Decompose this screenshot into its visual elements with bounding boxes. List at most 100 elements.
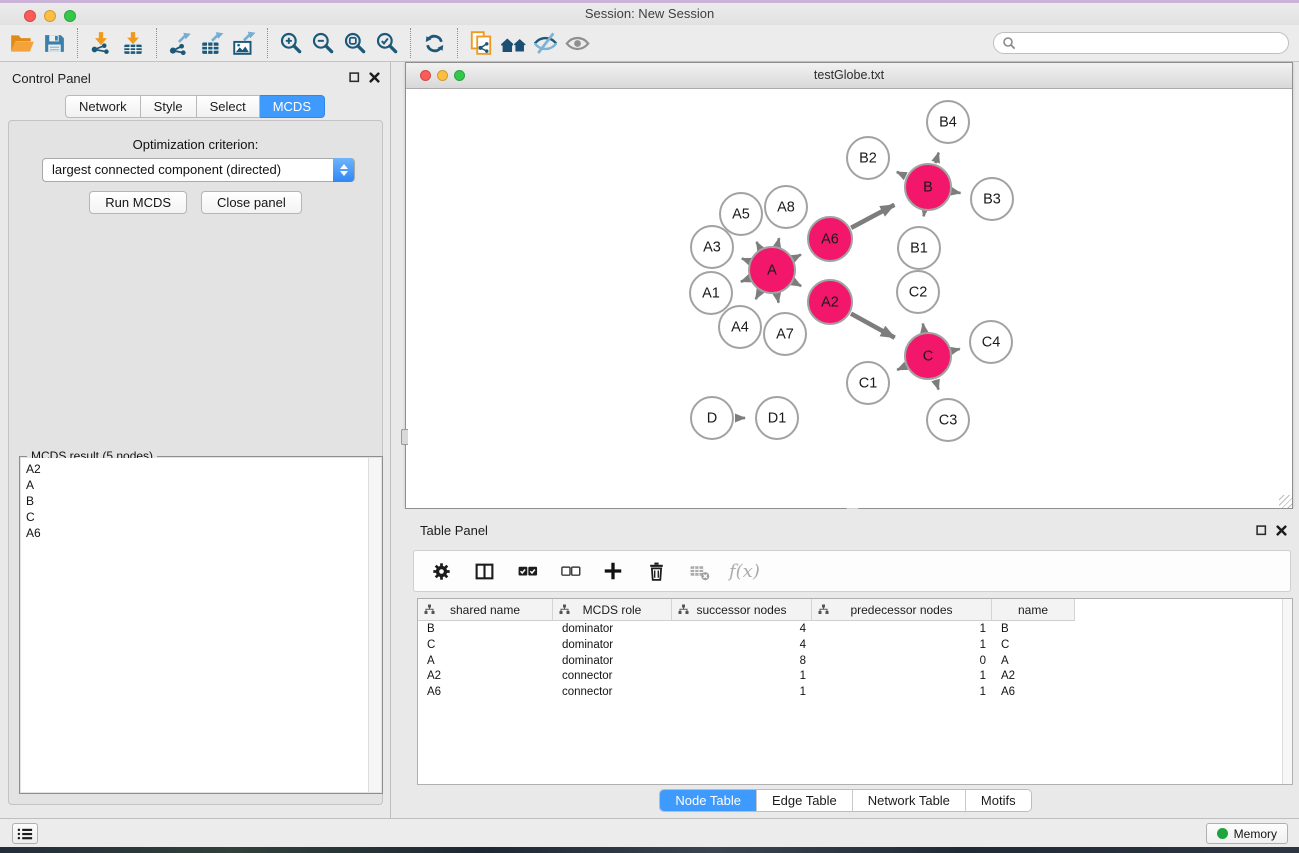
column-header-shared-name[interactable]: shared name (418, 599, 553, 621)
graph-node-A1[interactable]: A1 (690, 272, 732, 314)
tab-select[interactable]: Select (197, 95, 260, 118)
graph-edge-A6-B[interactable] (851, 205, 894, 228)
criterion-select[interactable]: largest connected component (directed) (42, 158, 355, 182)
search-input[interactable] (1021, 35, 1280, 51)
mcds-result-item[interactable]: A2 (21, 458, 381, 477)
column-header-name[interactable]: name (992, 599, 1075, 621)
tab-network-table[interactable]: Network Table (852, 790, 965, 811)
graph-node-A3[interactable]: A3 (691, 226, 733, 268)
task-history-button[interactable] (12, 823, 38, 844)
graph-node-B[interactable]: B (905, 164, 951, 210)
first-neighbors-button[interactable] (497, 27, 529, 59)
float-panel-icon[interactable] (1256, 525, 1267, 536)
network-window-titlebar[interactable]: testGlobe.txt (406, 63, 1292, 89)
add-column-button[interactable] (600, 558, 626, 584)
tab-node-table[interactable]: Node Table (660, 790, 756, 811)
graph-node-D1[interactable]: D1 (756, 397, 798, 439)
import-network-button[interactable] (85, 27, 117, 59)
hide-graphics-details-button[interactable] (529, 27, 561, 59)
graph-edge-B-B1[interactable] (924, 212, 925, 217)
zoom-selected-button[interactable] (371, 27, 403, 59)
graph-node-A8[interactable]: A8 (765, 186, 807, 228)
tab-mcds[interactable]: MCDS (260, 95, 325, 118)
tab-edge-table[interactable]: Edge Table (756, 790, 852, 811)
delete-table-button[interactable] (686, 558, 712, 584)
graph-node-C4[interactable]: C4 (970, 321, 1012, 363)
graph-node-B2[interactable]: B2 (847, 137, 889, 179)
graph-node-B1[interactable]: B1 (898, 227, 940, 269)
graph-node-A5[interactable]: A5 (720, 193, 762, 235)
refresh-view-button[interactable] (418, 27, 450, 59)
graph-edge-A-A4[interactable] (756, 292, 760, 299)
close-panel-icon[interactable] (369, 72, 380, 83)
column-header-predecessor-nodes[interactable]: predecessor nodes (812, 599, 992, 621)
memory-button[interactable]: Memory (1206, 823, 1288, 844)
column-header-successor-nodes[interactable]: successor nodes (672, 599, 812, 621)
graph-node-B4[interactable]: B4 (927, 101, 969, 143)
import-table-button[interactable] (117, 27, 149, 59)
table-row[interactable]: A6connector11A6 (418, 685, 1282, 701)
graph-node-C[interactable]: C (905, 333, 951, 379)
open-session-button[interactable] (6, 27, 38, 59)
table-settings-button[interactable] (428, 558, 454, 584)
graph-edge-A-A6[interactable] (794, 255, 801, 259)
scrollbar-track[interactable] (368, 458, 381, 792)
graph-node-C2[interactable]: C2 (897, 271, 939, 313)
run-mcds-button[interactable]: Run MCDS (89, 191, 187, 214)
graph-edge-A-A7[interactable] (777, 295, 779, 303)
table-row[interactable]: Adominator80A (418, 654, 1282, 670)
zoom-out-button[interactable] (307, 27, 339, 59)
graph-edge-B-B2[interactable] (897, 172, 906, 176)
show-graphics-details-button[interactable] (561, 27, 593, 59)
graph-edge-A-A8[interactable] (777, 238, 779, 245)
graph-edge-A-A3[interactable] (742, 259, 749, 262)
zoom-fit-button[interactable] (339, 27, 371, 59)
graph-edge-B-B4[interactable] (935, 153, 938, 164)
delete-column-button[interactable] (643, 558, 669, 584)
new-network-from-selection-button[interactable] (465, 27, 497, 59)
graph-node-C1[interactable]: C1 (847, 362, 889, 404)
function-builder-button[interactable]: f(x) (729, 561, 760, 582)
graph-node-A2[interactable]: A2 (808, 280, 852, 324)
tab-style[interactable]: Style (141, 95, 197, 118)
tab-motifs[interactable]: Motifs (965, 790, 1031, 811)
zoom-in-button[interactable] (275, 27, 307, 59)
graph-edge-A2-C[interactable] (851, 314, 895, 338)
mcds-result-item[interactable]: A6 (21, 525, 381, 541)
graph-node-B3[interactable]: B3 (971, 178, 1013, 220)
table-row[interactable]: Bdominator41B (418, 622, 1282, 638)
graph-edge-C-C1[interactable] (897, 366, 905, 370)
graph-edge-A-A5[interactable] (757, 242, 760, 248)
graph-node-A[interactable]: A (749, 247, 795, 293)
save-session-button[interactable] (38, 27, 70, 59)
mcds-result-item[interactable]: A (21, 477, 381, 493)
graph-node-A7[interactable]: A7 (764, 313, 806, 355)
table-row[interactable]: A2connector11A2 (418, 669, 1282, 685)
export-network-button[interactable] (164, 27, 196, 59)
export-image-button[interactable] (228, 27, 260, 59)
graph-edge-C-C4[interactable] (952, 349, 959, 351)
graph-node-A6[interactable]: A6 (808, 217, 852, 261)
column-header-mcds-role[interactable]: MCDS role (553, 599, 672, 621)
split-panel-button[interactable] (471, 558, 497, 584)
panel-divider-handle[interactable] (401, 429, 408, 445)
graph-edge-A-A1[interactable] (741, 279, 749, 282)
graph-node-A4[interactable]: A4 (719, 306, 761, 348)
search-field[interactable] (993, 32, 1289, 54)
graph-node-C3[interactable]: C3 (927, 399, 969, 441)
float-panel-icon[interactable] (349, 72, 360, 83)
resize-grip[interactable] (1279, 495, 1292, 508)
scrollbar-track[interactable] (1282, 599, 1292, 784)
mcds-result-item[interactable]: B (21, 493, 381, 509)
mcds-result-item[interactable]: C (21, 509, 381, 525)
select-all-button[interactable] (514, 558, 540, 584)
graph-edge-C-C2[interactable] (923, 324, 924, 332)
graph-edge-A-A2[interactable] (794, 282, 801, 286)
tab-network[interactable]: Network (65, 95, 141, 118)
deselect-all-button[interactable] (557, 558, 583, 584)
graph-node-D[interactable]: D (691, 397, 733, 439)
table-row[interactable]: Cdominator41C (418, 638, 1282, 654)
export-table-button[interactable] (196, 27, 228, 59)
graph-edge-B-B3[interactable] (953, 192, 961, 194)
close-panel-button[interactable]: Close panel (201, 191, 302, 214)
